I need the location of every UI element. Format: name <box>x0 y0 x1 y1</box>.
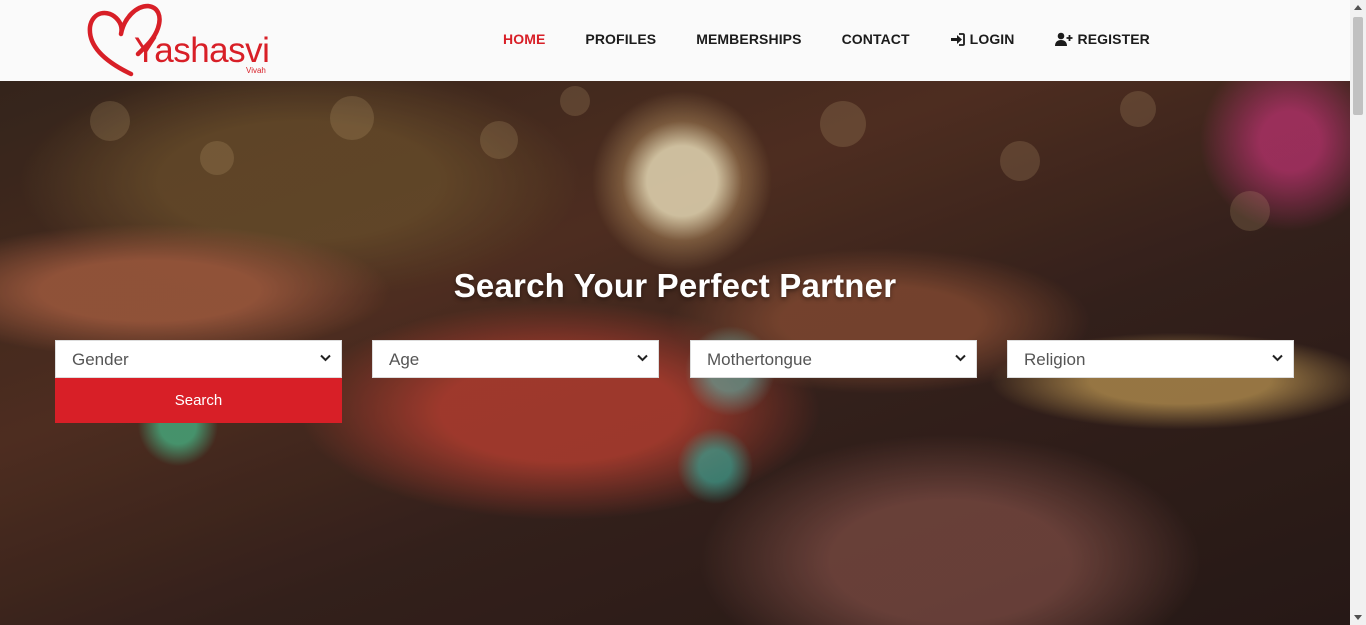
nav-memberships[interactable]: MEMBERSHIPS <box>696 31 801 47</box>
scroll-down-arrow-icon[interactable] <box>1354 615 1362 620</box>
sign-in-icon <box>950 32 965 46</box>
scroll-thumb[interactable] <box>1353 17 1363 115</box>
nav-home[interactable]: HOME <box>503 31 545 47</box>
brand-sub: Vivah <box>246 66 266 75</box>
mothertongue-select[interactable]: Mothertongue <box>690 340 977 378</box>
scroll-up-arrow-icon[interactable] <box>1354 5 1362 10</box>
main-nav: HOME PROFILES MEMBERSHIPS CONTACT LOGIN … <box>503 31 1190 47</box>
user-plus-icon <box>1054 32 1073 46</box>
chevron-down-icon <box>637 354 648 362</box>
religion-select[interactable]: Religion <box>1007 340 1294 378</box>
chevron-down-icon <box>1272 354 1283 362</box>
nav-register[interactable]: REGISTER <box>1054 31 1150 47</box>
nav-contact-label: CONTACT <box>841 31 910 47</box>
age-select-value: Age <box>389 350 420 369</box>
nav-login[interactable]: LOGIN <box>950 31 1015 47</box>
hero-banner: Search Your Perfect Partner Gender Age M… <box>0 81 1350 625</box>
mothertongue-select-value: Mothertongue <box>707 350 812 369</box>
search-button[interactable]: Search <box>55 378 342 423</box>
nav-profiles[interactable]: PROFILES <box>585 31 656 47</box>
gender-select[interactable]: Gender <box>55 340 342 378</box>
chevron-down-icon <box>320 354 331 362</box>
age-select[interactable]: Age <box>372 340 659 378</box>
page-scrollbar[interactable] <box>1350 0 1366 625</box>
nav-login-label: LOGIN <box>969 31 1015 47</box>
gender-select-value: Gender <box>72 350 129 369</box>
religion-select-value: Religion <box>1024 350 1086 369</box>
hero-title: Search Your Perfect Partner <box>453 267 897 304</box>
navbar: Yashasvi Vivah HOME PROFILES MEMBERSHIPS… <box>0 0 1350 81</box>
nav-memberships-label: MEMBERSHIPS <box>696 31 802 47</box>
nav-contact[interactable]: CONTACT <box>842 31 910 47</box>
logo[interactable]: Yashasvi Vivah <box>86 2 276 78</box>
nav-register-label: REGISTER <box>1077 31 1150 47</box>
nav-profiles-label: PROFILES <box>585 31 657 47</box>
brand-name: Yashasvi <box>134 31 270 70</box>
nav-home-label: HOME <box>503 31 546 47</box>
chevron-down-icon <box>955 354 966 362</box>
